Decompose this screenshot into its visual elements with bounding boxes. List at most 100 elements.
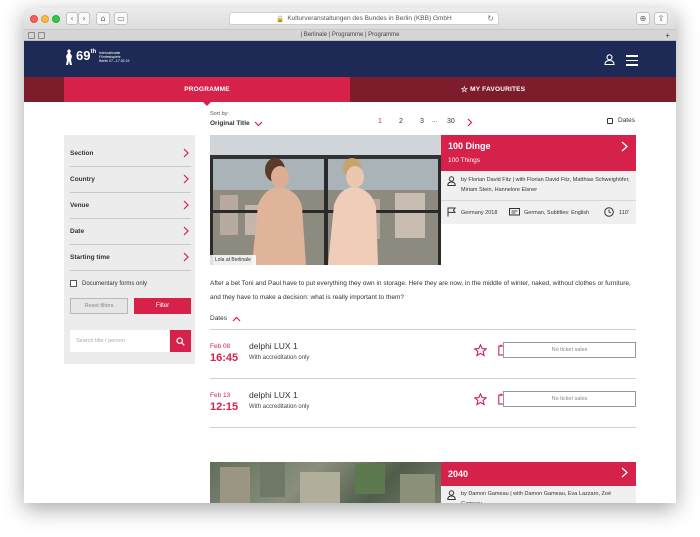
chevron-up-icon xyxy=(232,316,241,321)
tab-programme[interactable]: PROGRAMME xyxy=(64,77,350,106)
lock-icon: 🔒 xyxy=(276,15,285,23)
filter-starting-time[interactable]: Starting time xyxy=(70,245,191,271)
browser-toolbar: ‹ › ⌂ ▭ 🔒 Kulturveranstaltungen des Bund… xyxy=(24,8,676,30)
documentary-checkbox[interactable] xyxy=(70,280,77,287)
tab-my-favourites[interactable]: ☆ MY FAVOURITES xyxy=(350,77,636,102)
speech-bubble-icon xyxy=(509,208,520,216)
sort-by-label: Sort by: xyxy=(210,111,229,117)
filter-label: Section xyxy=(70,150,94,157)
reload-icon[interactable]: ↻ xyxy=(487,14,494,23)
screening-venue[interactable]: delphi LUX 1 xyxy=(249,341,298,351)
page-2[interactable]: 2 xyxy=(399,118,403,125)
film-credits: by Damon Gameau | with Damon Gameau, Eva… xyxy=(461,491,611,503)
person-icon xyxy=(447,176,456,186)
tab-title[interactable]: | Berlinale | Programme | Programme xyxy=(300,32,399,38)
ticket-button[interactable]: No ticket sales xyxy=(503,342,636,358)
new-tab-button[interactable]: + xyxy=(665,30,670,41)
filter-button-label: Filter xyxy=(155,303,170,309)
search-input[interactable]: Search title / person xyxy=(70,330,169,352)
back-button[interactable]: ‹ xyxy=(66,12,78,25)
filter-label: Venue xyxy=(70,202,90,209)
tab-overview-icon[interactable] xyxy=(38,32,45,39)
film-still-illustration xyxy=(220,462,435,503)
chevron-right-icon[interactable] xyxy=(621,141,628,152)
filter-country[interactable]: Country xyxy=(70,167,191,193)
film-title[interactable]: 2040 xyxy=(448,469,468,479)
film-card-header[interactable]: 100 Dinge 100 Things xyxy=(441,135,636,171)
address-text: Kulturveranstaltungen des Bundes in Berl… xyxy=(287,15,452,22)
search-placeholder: Search title / person xyxy=(76,338,125,344)
film-subtitle: 100 Things xyxy=(448,157,481,164)
reset-filters-button[interactable]: Reset filters xyxy=(70,298,128,314)
documentary-label: Documentary forms only xyxy=(82,280,148,287)
page-30[interactable]: 30 xyxy=(447,118,455,125)
film-still[interactable]: Lola at Berlinale xyxy=(210,135,441,265)
divider xyxy=(210,427,636,428)
reset-filters-label: Reset filters xyxy=(84,303,114,309)
star-icon[interactable] xyxy=(474,393,487,406)
bear-icon xyxy=(66,49,72,65)
chevron-down-icon xyxy=(254,121,263,126)
film-title[interactable]: 100 Dinge xyxy=(448,141,491,151)
dates-section-label: Dates xyxy=(210,315,227,322)
filter-label: Starting time xyxy=(70,254,110,261)
logo-superscript: th xyxy=(90,49,97,55)
logo-number: 69 xyxy=(76,48,91,63)
clock-icon xyxy=(604,207,614,217)
divider xyxy=(210,329,636,330)
tab-programme-label: PROGRAMME xyxy=(184,86,230,93)
browser-window: ‹ › ⌂ ▭ 🔒 Kulturveranstaltungen des Bund… xyxy=(24,8,676,503)
site-header: 69 th Internationale Filmfestspiele Berl… xyxy=(24,41,676,77)
dates-toggle[interactable]: Dates xyxy=(607,117,635,124)
filter-label: Country xyxy=(70,176,95,183)
home-button[interactable]: ⌂ xyxy=(96,12,110,25)
dates-section-toggle[interactable]: Dates xyxy=(210,315,241,322)
logo-line-3: Berlin 07.–17.02.19 xyxy=(99,59,130,63)
share-button[interactable]: ⇧ xyxy=(654,12,668,25)
screening-time: 12:15 xyxy=(210,401,239,413)
film-country-year: Germany 2018 xyxy=(461,210,498,216)
filter-venue[interactable]: Venue xyxy=(70,193,191,219)
address-bar[interactable]: 🔒 Kulturveranstaltungen des Bundes in Be… xyxy=(229,12,499,25)
user-icon[interactable] xyxy=(604,54,615,65)
filter-section[interactable]: Section xyxy=(70,141,191,167)
star-icon[interactable] xyxy=(474,344,487,357)
page-3[interactable]: 3 xyxy=(420,118,424,125)
screening-date: Feb 08 xyxy=(210,343,231,350)
film-credits: by Florian David Fitz | with Florian Dav… xyxy=(461,177,630,193)
screening-note: With accreditation only xyxy=(249,355,310,361)
film-card-header[interactable]: 2040 xyxy=(441,462,636,486)
filter-date[interactable]: Date xyxy=(70,219,191,245)
screening-venue[interactable]: delphi LUX 1 xyxy=(249,390,298,400)
sidebar-toggle-button[interactable]: ▭ xyxy=(114,12,128,25)
logo-text: Internationale Filmfestspiele Berlin 07.… xyxy=(99,51,129,63)
sort-by-dropdown[interactable]: Original Title xyxy=(210,120,263,127)
dates-toggle-label: Dates xyxy=(618,117,635,124)
ticket-button[interactable]: No ticket sales xyxy=(503,391,636,407)
close-window-button[interactable] xyxy=(30,15,38,23)
sort-by-value: Original Title xyxy=(210,120,250,127)
minimize-window-button[interactable] xyxy=(41,15,49,23)
documentary-checkbox-row[interactable]: Documentary forms only xyxy=(70,280,147,287)
screening-date: Feb 13 xyxy=(210,392,231,399)
credits-row: by Florian David Fitz | with Florian Dav… xyxy=(441,171,636,201)
search-button[interactable] xyxy=(170,330,191,352)
chevron-right-icon[interactable] xyxy=(621,467,628,478)
downloads-button[interactable]: ⊕ xyxy=(636,12,650,25)
forward-button[interactable]: › xyxy=(78,12,90,25)
film-duration: 110' xyxy=(619,210,629,216)
screening-note: With accreditation only xyxy=(249,404,310,410)
page-1[interactable]: 1 xyxy=(378,118,382,125)
chevron-right-icon[interactable] xyxy=(467,118,473,127)
filter-button[interactable]: Filter xyxy=(134,298,191,314)
film-still[interactable] xyxy=(210,462,441,503)
chevron-right-icon xyxy=(183,174,189,184)
maximize-window-button[interactable] xyxy=(52,15,60,23)
berlinale-logo[interactable]: 69 th Internationale Filmfestspiele Berl… xyxy=(64,48,130,66)
hamburger-menu-icon[interactable] xyxy=(626,55,638,69)
film-meta-row: Germany 2018 German, Subtitles: English … xyxy=(441,201,636,224)
film-languages: German, Subtitles: English xyxy=(524,210,590,216)
chevron-right-icon xyxy=(183,252,189,262)
ticket-label: No ticket sales xyxy=(551,347,588,353)
mail-icon[interactable] xyxy=(28,32,35,39)
